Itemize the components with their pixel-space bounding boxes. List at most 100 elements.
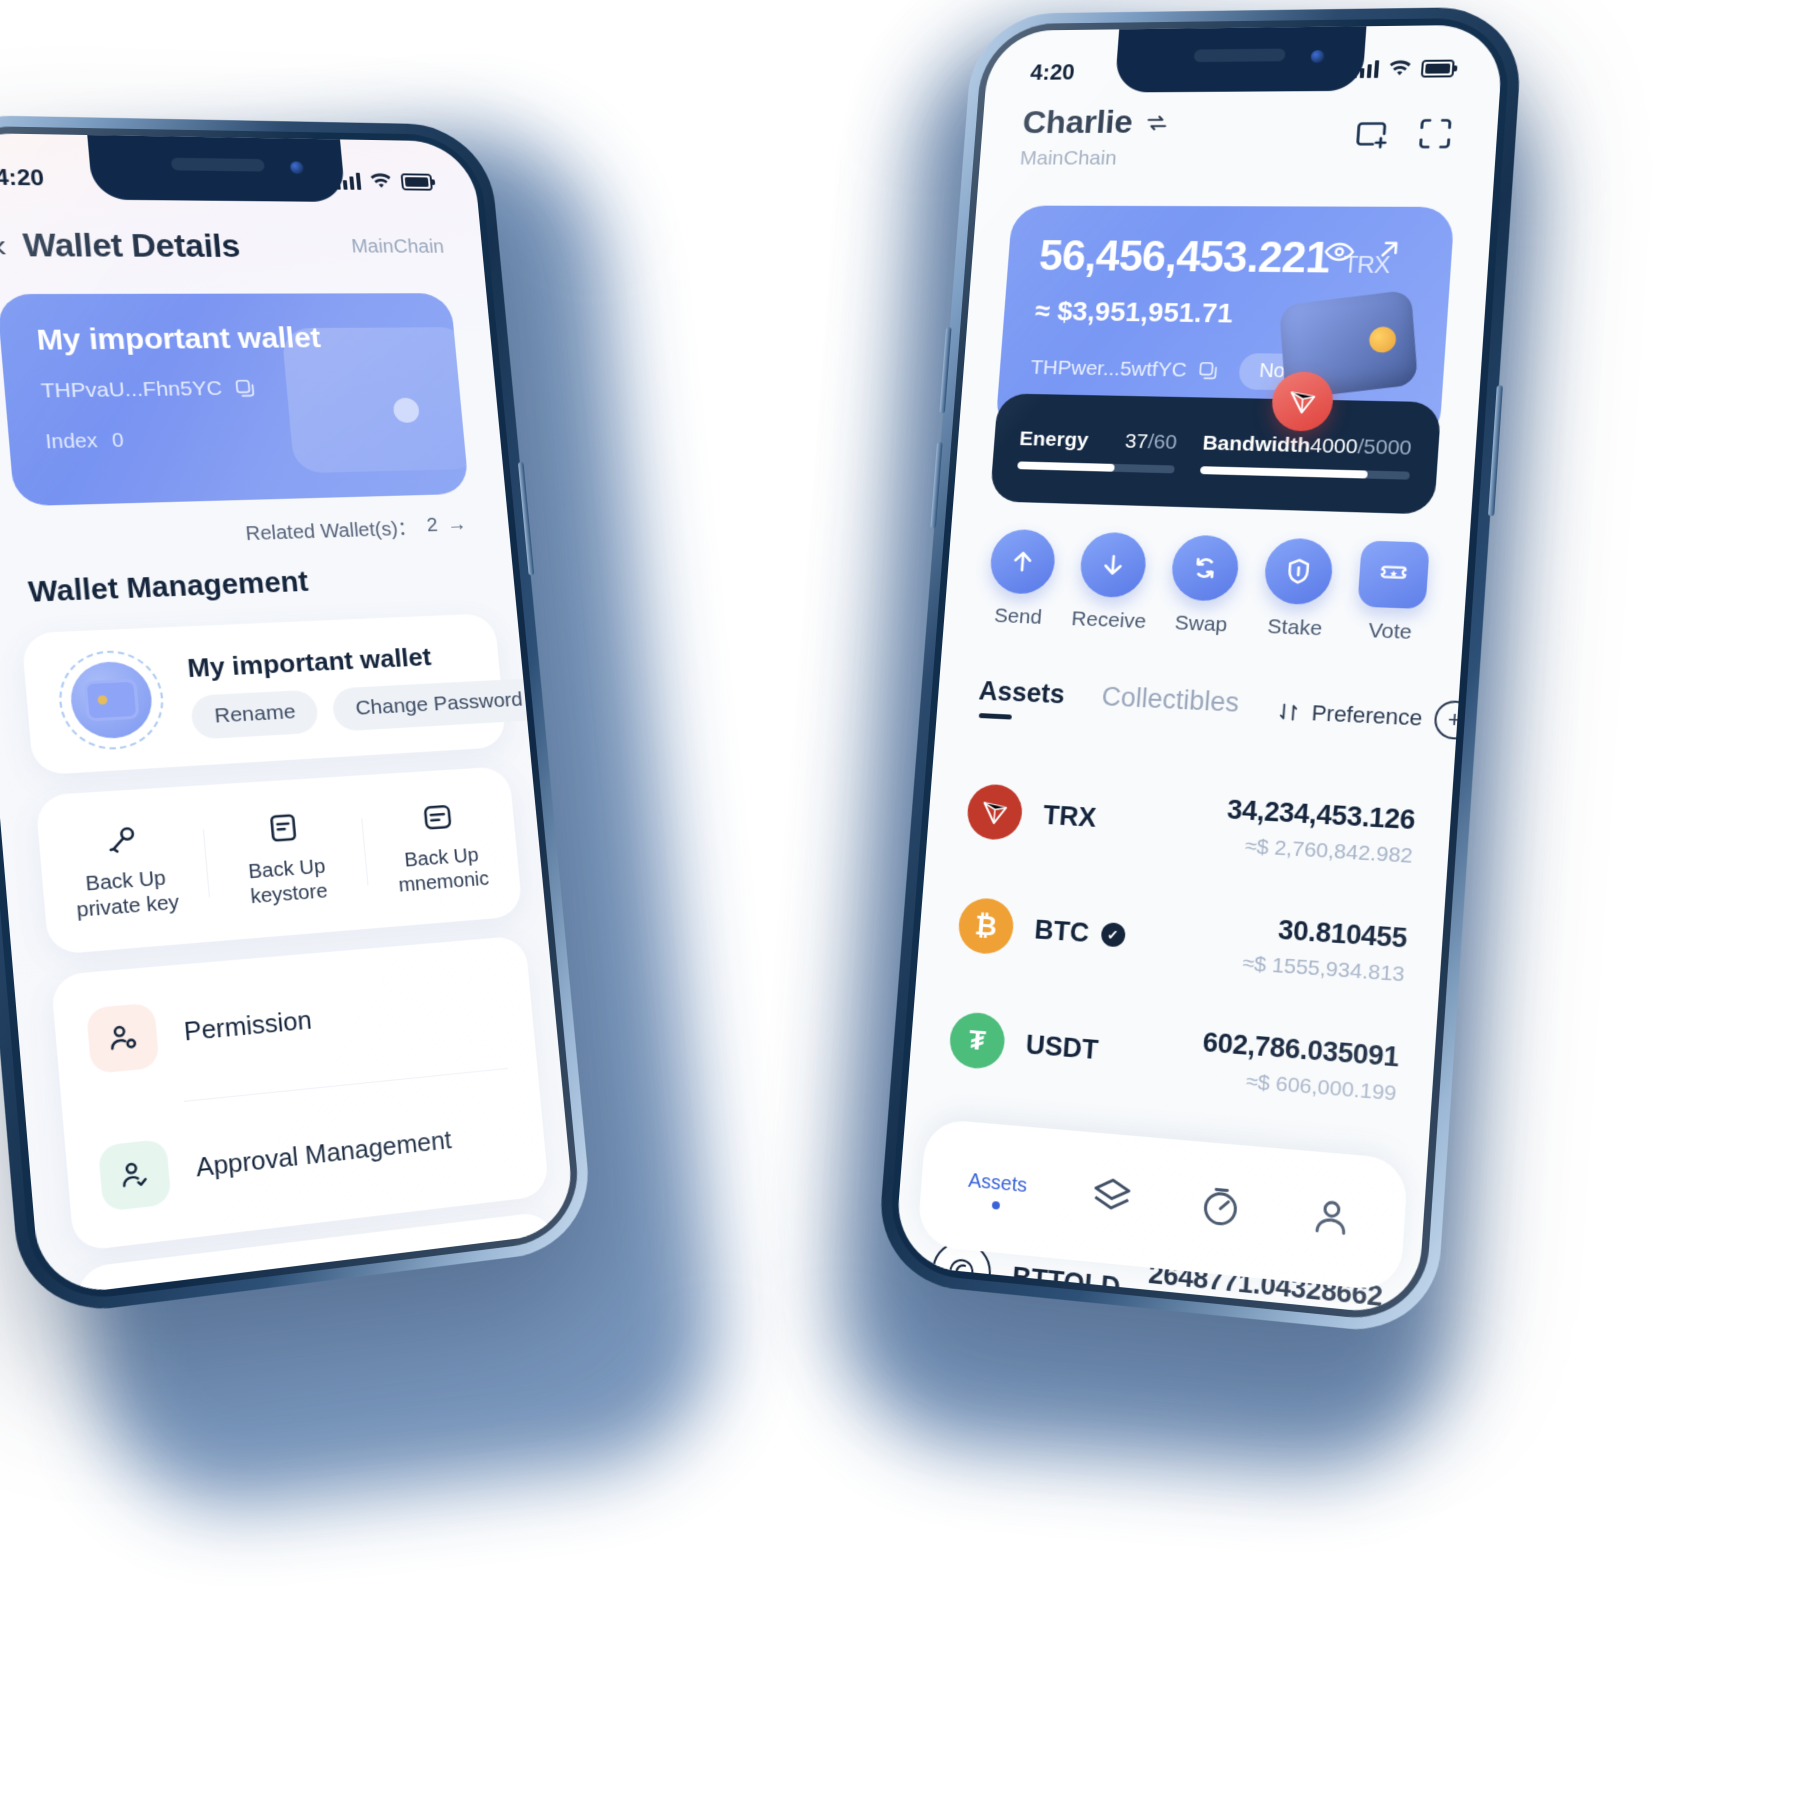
- wallet-summary-card[interactable]: My important wallet THPvaU...Fhn5YC Inde…: [0, 293, 470, 507]
- account-address[interactable]: THPwer...5wtfYC: [1030, 356, 1220, 383]
- backup-keystore-button[interactable]: Back Up keystore: [202, 803, 369, 913]
- balance-amount: 56,456,453.221: [1037, 232, 1332, 283]
- account-name-row[interactable]: Charlie: [1021, 104, 1171, 142]
- asset-values-trx: 34,234,453.126 ≈$ 2,760,842.982: [1224, 794, 1416, 868]
- permissions-card: Permission Approval Management: [50, 935, 550, 1252]
- related-wallets-count: 2: [425, 514, 439, 537]
- related-wallets-label: Related Wallet(s)：: [244, 518, 419, 546]
- screenshot-root: 4:20 ‹ Wallet Details MainChain My impor…: [0, 0, 1800, 1800]
- asset-amount-usdt: 602,786.035091: [1201, 1026, 1400, 1073]
- earpiece-speaker: [170, 157, 265, 172]
- avatar[interactable]: [55, 648, 168, 753]
- backup-mnemonic-line2: mnemonic: [397, 868, 490, 897]
- arrow-down-icon: [1078, 531, 1148, 599]
- wifi-icon: [370, 173, 392, 188]
- tabbar-label-assets: Assets: [967, 1169, 1028, 1197]
- copy-icon[interactable]: [1197, 360, 1220, 382]
- tron-logo-icon: [1270, 371, 1335, 432]
- layers-icon: [1088, 1172, 1135, 1220]
- copy-icon[interactable]: [233, 378, 257, 400]
- profile-wallet-name: My important wallet: [186, 641, 433, 683]
- wifi-icon: [1389, 60, 1411, 76]
- wallet-3d-icon: [1279, 289, 1419, 400]
- chain-label: MainChain: [350, 235, 445, 257]
- arrow-up-icon: [988, 528, 1057, 595]
- asset-values-btc: 30.810455 ≈$ 1555,934.813: [1242, 912, 1408, 987]
- front-camera-icon-right: [1310, 50, 1325, 63]
- add-wallet-icon[interactable]: [1353, 116, 1392, 151]
- mnemonic-document-icon: [365, 793, 509, 841]
- backup-mnemonic-button[interactable]: Back Up mnemonic: [360, 793, 521, 901]
- wallet-avatar-icon: [67, 660, 155, 741]
- energy-used: 37: [1124, 429, 1149, 453]
- asset-values-usdt: 602,786.035091 ≈$ 606,000.199: [1199, 1026, 1400, 1106]
- tab-collectibles[interactable]: Collectibles: [1100, 682, 1240, 731]
- action-stake[interactable]: Stake: [1247, 537, 1349, 642]
- asset-usd-usdt: ≈$ 606,000.199: [1245, 1069, 1398, 1105]
- backup-mnemonic-line1: Back Up: [403, 844, 480, 872]
- resources-bar: Energy 37/60 Bandwidth 4000/5000: [989, 371, 1442, 515]
- action-label-vote: Vote: [1367, 619, 1413, 644]
- wallet-details-header: ‹ Wallet Details MainChain: [0, 208, 485, 282]
- asset-amount-eth: 21.174682: [1260, 1149, 1391, 1192]
- tether-coin-icon: ₮: [947, 1010, 1007, 1071]
- backup-private-key-line1: Back Up: [84, 867, 167, 896]
- balance-usd: ≈ $3,951,951.71: [1033, 295, 1234, 329]
- asset-amount-btc: 30.810455: [1277, 914, 1409, 954]
- front-camera-icon: [289, 161, 304, 174]
- wallet-management-title: Wallet Management: [27, 566, 310, 609]
- profile-text-group: My important wallet Rename Change Passwo…: [186, 636, 546, 740]
- action-label-send: Send: [993, 604, 1043, 629]
- asset-usd-btc: ≈$ 1555,934.813: [1241, 951, 1406, 986]
- backup-card: Back Up private key Back Up keystore Bac…: [35, 766, 523, 956]
- asset-usd-trx: ≈$ 2,760,842.982: [1244, 834, 1414, 868]
- wallet-index-value: 0: [111, 429, 125, 452]
- account-header: Charlie MainChain: [977, 102, 1499, 197]
- balance-address-row: THPwer...5wtfYC Non-HD: [1029, 350, 1411, 393]
- backup-keystore-line1: Back Up: [247, 855, 327, 884]
- eye-icon[interactable]: [1322, 236, 1357, 273]
- action-vote[interactable]: Vote: [1341, 540, 1444, 646]
- wallet-profile-card: My important wallet Rename Change Passwo…: [21, 613, 546, 776]
- approval-user-check-icon: [97, 1138, 172, 1212]
- preference-label[interactable]: Preference: [1311, 700, 1424, 731]
- tabbar-item-layers[interactable]: [1088, 1172, 1136, 1225]
- notch-left: [87, 134, 346, 203]
- profile-icon: [1307, 1192, 1356, 1241]
- account-name: Charlie: [1021, 103, 1134, 141]
- swap-icon: [1169, 534, 1241, 602]
- arrow-up-right-icon[interactable]: [1373, 234, 1406, 269]
- permission-user-icon: [85, 1002, 160, 1075]
- tabbar-item-assets[interactable]: Assets: [966, 1165, 1028, 1211]
- shield-stake-icon: [1263, 537, 1335, 606]
- chain-label-right: MainChain: [1019, 147, 1118, 170]
- asset-tabs: Assets Collectibles Preference +: [977, 676, 1476, 740]
- backup-private-key-button[interactable]: Back Up private key: [38, 813, 211, 926]
- action-swap[interactable]: Swap: [1154, 534, 1254, 638]
- status-time: 4:20: [0, 163, 45, 190]
- asset-values-eth: 21.174682 ≈$ 85,885.35: [1258, 1149, 1391, 1225]
- switch-account-icon[interactable]: [1143, 110, 1170, 135]
- menu-label-permission: Permission: [182, 1006, 313, 1047]
- sort-arrows-icon[interactable]: [1276, 699, 1300, 724]
- asset-symbol-trx: TRX: [1042, 799, 1098, 833]
- backup-private-key-line2: private key: [75, 891, 180, 922]
- header-actions: [1353, 102, 1456, 152]
- tabbar-item-explore[interactable]: [1196, 1182, 1244, 1236]
- account-address-text: THPwer...5wtfYC: [1029, 355, 1188, 381]
- action-label-stake: Stake: [1266, 615, 1323, 641]
- profile-actions: Rename Change Password: [189, 677, 546, 740]
- tab-assets[interactable]: Assets: [977, 676, 1066, 722]
- action-receive[interactable]: Receive: [1062, 531, 1161, 634]
- action-label-receive: Receive: [1070, 607, 1147, 634]
- action-send[interactable]: Send: [972, 528, 1070, 630]
- add-token-icon[interactable]: +: [1433, 699, 1476, 740]
- menu-item-approval[interactable]: Approval Management: [95, 1068, 521, 1248]
- related-wallets-link[interactable]: Related Wallet(s)： 2 →: [244, 511, 468, 546]
- tabbar-item-profile[interactable]: [1307, 1192, 1356, 1247]
- scan-qr-icon[interactable]: [1416, 116, 1455, 152]
- ticket-vote-icon: [1357, 540, 1431, 610]
- account-group[interactable]: Charlie MainChain: [1019, 104, 1171, 171]
- preference-group: Preference +: [1276, 692, 1476, 740]
- asset-symbol-usdt: USDT: [1024, 1029, 1100, 1065]
